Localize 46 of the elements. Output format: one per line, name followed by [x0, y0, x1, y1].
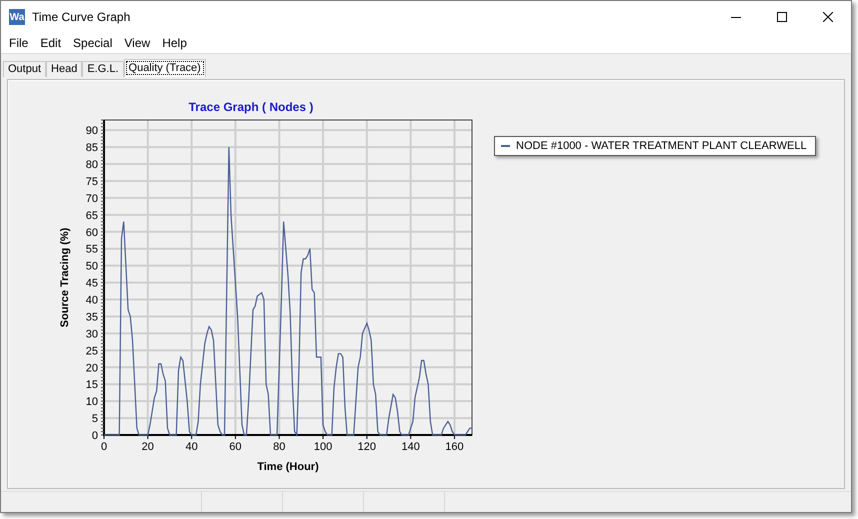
menu-item[interactable]: File — [3, 36, 34, 50]
x-tick-label: 0 — [100, 441, 108, 453]
y-tick-label: 90 — [86, 125, 98, 138]
y-tick-label: 40 — [86, 294, 98, 307]
y-tick-label: 5 — [92, 413, 98, 426]
tab[interactable]: Output — [3, 61, 46, 77]
y-tick-label: 30 — [86, 328, 98, 340]
x-tick-label: 140 — [401, 441, 420, 453]
x-tick-label: 80 — [273, 441, 286, 453]
minimize-icon — [731, 16, 741, 18]
y-tick-label: 10 — [86, 396, 98, 408]
x-tick-label: 100 — [314, 441, 332, 453]
x-tick-label: 120 — [358, 441, 376, 453]
y-tick-label: 20 — [86, 362, 98, 374]
y-tick-label: 0 — [92, 430, 98, 442]
menu-item[interactable]: Help — [156, 36, 193, 50]
x-tick-label: 40 — [186, 441, 198, 453]
y-tick-label: 50 — [86, 260, 98, 273]
menu-item[interactable]: Edit — [34, 36, 68, 50]
y-tick-label: 60 — [86, 226, 98, 239]
maximize-icon — [777, 12, 787, 22]
y-tick-label: 15 — [86, 379, 98, 392]
y-tick-label: 65 — [86, 210, 98, 222]
menu-item[interactable]: View — [118, 36, 156, 50]
x-tick-label: 160 — [445, 441, 464, 453]
y-tick-label: 25 — [86, 345, 98, 358]
y-tick-label: 70 — [86, 192, 98, 205]
y-axis-title: Source Tracing (%) — [59, 228, 71, 328]
y-tick-label: 45 — [86, 278, 98, 290]
app-icon: Wa — [9, 9, 25, 25]
y-tick-label: 80 — [86, 159, 98, 172]
legend-label: NODE #1000 - WATER TREATMENT PLANT CLEARWELL — [516, 140, 807, 152]
tab[interactable]: Quality (Trace) — [124, 59, 206, 77]
tab[interactable]: E.G.L. — [82, 61, 124, 77]
tab[interactable]: Head — [46, 61, 82, 77]
y-tick-label: 55 — [86, 244, 98, 256]
chart-title: Trace Graph ( Nodes ) — [188, 100, 314, 114]
y-tick-label: 85 — [86, 142, 98, 154]
y-tick-label: 75 — [86, 176, 98, 188]
menu-item[interactable]: Special — [67, 36, 118, 50]
x-tick-label: 20 — [142, 441, 154, 453]
close-icon — [823, 12, 833, 22]
x-axis-title: Time (Hour) — [257, 461, 319, 473]
y-tick-label: 35 — [86, 311, 98, 324]
window-title: Time Curve Graph — [32, 10, 132, 24]
x-tick-label: 60 — [229, 441, 242, 453]
